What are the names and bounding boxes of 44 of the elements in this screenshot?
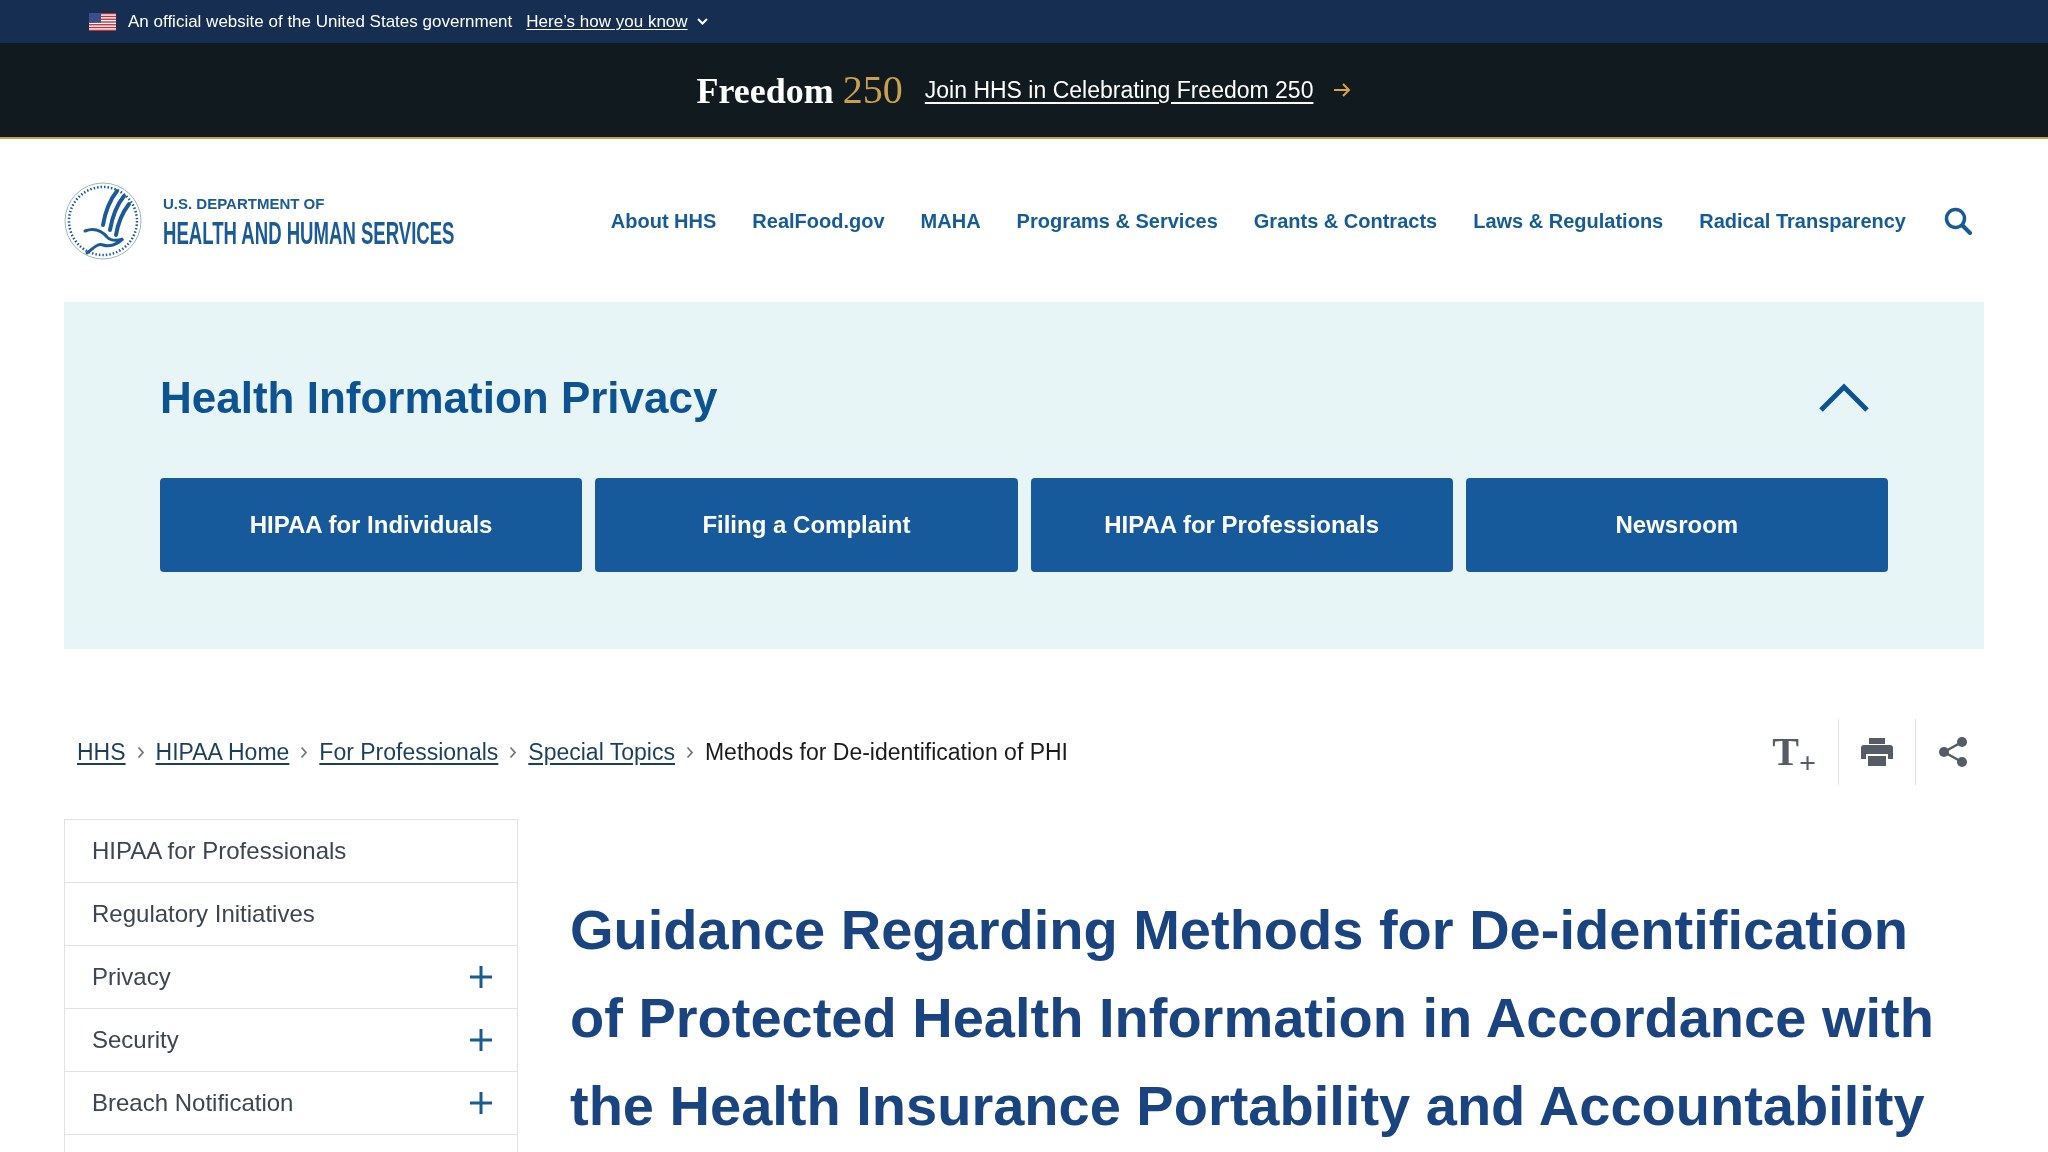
freedom-250-logo: Freedom 250 xyxy=(696,70,903,110)
breadcrumb-link[interactable]: HHS xyxy=(77,734,126,770)
breadcrumb-link[interactable]: For Professionals xyxy=(319,734,499,770)
chevron-up-icon[interactable] xyxy=(1818,383,1870,413)
plus-icon[interactable] xyxy=(469,1091,493,1115)
sidebar-link[interactable]: HIPAA for Professionals xyxy=(65,820,517,883)
page-title: Guidance Regarding Methods for De-identification of Protected Health Information in Accordance with the Health Insurance Portability and Accountability xyxy=(570,897,1935,1139)
chevron-right-icon xyxy=(136,745,145,759)
search-icon[interactable] xyxy=(1944,206,1972,235)
section-link-button[interactable]: Filing a Complaint xyxy=(595,478,1018,572)
section-link-button[interactable]: HIPAA for Professionals xyxy=(1030,478,1453,572)
breadcrumb-link[interactable]: HIPAA Home xyxy=(155,734,290,770)
printer-icon[interactable] xyxy=(1861,738,1893,766)
agency-name-text: HEALTH AND HUMAN SERVICES xyxy=(163,219,455,246)
how-you-know-link[interactable]: Here’s how you know xyxy=(526,13,708,30)
nav-link[interactable]: RealFood.gov xyxy=(752,205,885,236)
nav-link[interactable]: Grants & Contracts xyxy=(1253,205,1438,236)
agency-department-text: U.S. DEPARTMENT OF xyxy=(163,195,325,211)
sidebar-link[interactable]: Privacy xyxy=(65,946,517,1009)
chevron-right-icon xyxy=(685,745,694,759)
arrow-right-icon xyxy=(1333,82,1352,98)
nav-link[interactable]: Radical Transparency xyxy=(1699,205,1906,236)
chevron-right-icon xyxy=(509,745,518,759)
nav-link[interactable]: Programs & Services xyxy=(1016,205,1218,236)
section-link-button[interactable]: HIPAA for Individuals xyxy=(160,478,583,572)
breadcrumb-link[interactable]: Special Topics xyxy=(528,734,675,770)
nav-link[interactable]: About HHS xyxy=(610,205,717,236)
sidebar-link[interactable]: Breach Notification xyxy=(65,1072,517,1135)
plus-icon[interactable] xyxy=(469,1028,493,1052)
section-title: Health Information Privacy xyxy=(160,372,718,424)
breadcrumb-current: Methods for De-identification of PHI xyxy=(704,737,1068,767)
text-size-button[interactable]: T$_{+}$ xyxy=(1772,732,1816,772)
chevron-right-icon xyxy=(300,745,309,759)
seal-logo-icon[interactable] xyxy=(63,180,143,261)
sidebar-link[interactable]: Regulatory Initiatives xyxy=(65,883,517,946)
share-icon[interactable] xyxy=(1938,736,1968,768)
us-flag-icon xyxy=(89,12,116,31)
nav-link[interactable]: Laws & Regulations xyxy=(1473,205,1664,236)
nav-link[interactable]: MAHA xyxy=(920,205,981,236)
section-link-button[interactable]: Newsroom xyxy=(1465,478,1888,572)
plus-icon[interactable] xyxy=(469,965,493,989)
sidebar-link[interactable]: Security xyxy=(65,1009,517,1072)
official-website-text: An official website of the United States government xyxy=(128,13,513,30)
celebrate-freedom-link[interactable]: Join HHS in Celebrating Freedom 250 xyxy=(924,72,1352,108)
